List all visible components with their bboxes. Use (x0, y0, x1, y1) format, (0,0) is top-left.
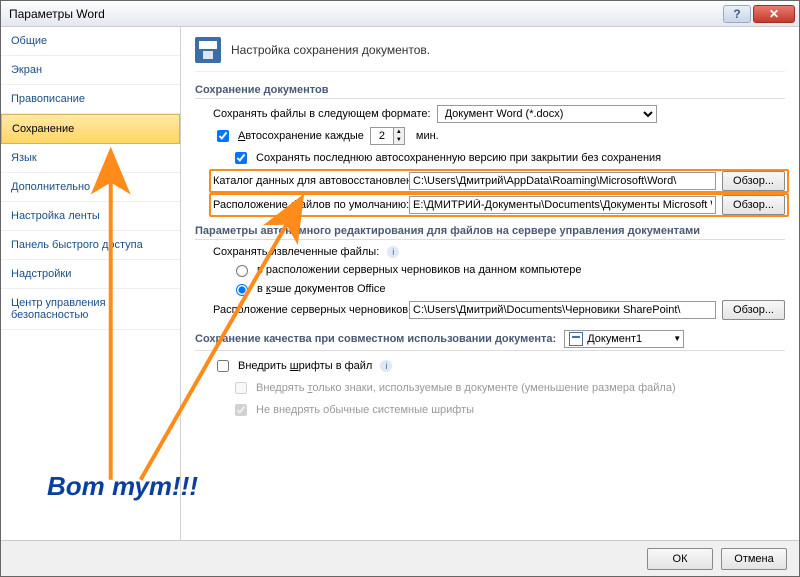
save-icon (195, 37, 221, 63)
keep-last-label: Сохранять последнюю автосохраненную верс… (256, 152, 661, 164)
spin-up-icon[interactable]: ▲ (394, 128, 404, 136)
content-pane: Настройка сохранения документов. Сохране… (181, 27, 799, 540)
autosave-unit: мин. (416, 130, 439, 142)
quality-doc-select[interactable]: Документ1 ▼ (564, 330, 684, 348)
sidebar-item-qat[interactable]: Панель быстрого доступа (1, 231, 180, 260)
sidebar-item-save[interactable]: Сохранение (1, 114, 180, 144)
section-save-docs: Сохранение документов (195, 84, 785, 99)
server-drafts-browse-button[interactable]: Обзор... (722, 300, 785, 320)
window-title: Параметры Word (5, 7, 721, 21)
sidebar-item-general[interactable]: Общие (1, 27, 180, 56)
embed-fonts-checkbox[interactable] (217, 360, 229, 372)
sidebar-item-proofing[interactable]: Правописание (1, 85, 180, 114)
document-icon (569, 332, 583, 346)
keep-last-checkbox[interactable] (235, 152, 247, 164)
info-icon[interactable]: i (387, 246, 399, 258)
format-select[interactable]: Документ Word (*.docx) (437, 105, 657, 123)
sidebar-item-display[interactable]: Экран (1, 56, 180, 85)
spin-down-icon[interactable]: ▼ (394, 136, 404, 144)
default-location-path[interactable] (409, 196, 716, 214)
recovery-browse-button[interactable]: Обзор... (722, 171, 785, 191)
only-used-checkbox (235, 382, 247, 394)
recovery-row: Каталог данных для автовосстановления: О… (213, 171, 785, 191)
embed-fonts-label: Внедрить шрифты в файл (238, 360, 372, 372)
close-button[interactable]: ✕ (753, 5, 795, 23)
options-dialog: Параметры Word ? ✕ Общие Экран Правописа… (0, 0, 800, 577)
server-drafts-label: Расположение серверных черновиков: (213, 304, 403, 316)
info-icon[interactable]: i (380, 360, 392, 372)
sidebar-item-ribbon[interactable]: Настройка ленты (1, 202, 180, 231)
help-button[interactable]: ? (723, 5, 751, 23)
drafts-local-radio[interactable] (236, 265, 248, 277)
default-location-label: Расположение файлов по умолчанию: (213, 199, 403, 211)
autosave-value[interactable] (370, 127, 394, 145)
recovery-label: Каталог данных для автовосстановления: (213, 175, 403, 187)
sidebar-item-advanced[interactable]: Дополнительно (1, 173, 180, 202)
autosave-checkbox[interactable] (217, 130, 229, 142)
default-location-row: Расположение файлов по умолчанию: Обзор.… (213, 195, 785, 215)
chevron-down-icon: ▼ (673, 334, 681, 343)
server-drafts-path[interactable] (409, 301, 716, 319)
dialog-footer: ОК Отмена (1, 540, 799, 576)
cancel-button[interactable]: Отмена (721, 548, 787, 570)
section-server-edit: Параметры автономного редактирования для… (195, 225, 785, 240)
titlebar: Параметры Word ? ✕ (1, 1, 799, 27)
drafts-cache-radio[interactable] (236, 284, 248, 296)
drafts-local-label: в расположении серверных черновиков на д… (257, 264, 581, 276)
sidebar: Общие Экран Правописание Сохранение Язык… (1, 27, 181, 540)
ok-button[interactable]: ОК (647, 548, 713, 570)
no-system-label: Не внедрять обычные системные шрифты (256, 404, 474, 416)
drafts-cache-label: в кэше документов Office (257, 283, 386, 295)
sidebar-item-language[interactable]: Язык (1, 144, 180, 173)
default-location-browse-button[interactable]: Обзор... (722, 195, 785, 215)
section-quality: Сохранение качества при совместном испол… (195, 330, 785, 351)
format-label: Сохранять файлы в следующем формате: (213, 108, 431, 120)
page-heading: Настройка сохранения документов. (231, 43, 430, 57)
keep-extracted-label: Сохранять извлеченные файлы: (213, 246, 379, 258)
autosave-label: Автосохранение каждые (238, 130, 364, 142)
sidebar-item-addins[interactable]: Надстройки (1, 260, 180, 289)
annotation-text: Вот тут!!! (47, 471, 198, 502)
only-used-label: Внедрять только знаки, используемые в до… (256, 382, 676, 394)
autosave-spin[interactable]: ▲▼ (370, 127, 410, 145)
sidebar-item-trust[interactable]: Центр управления безопасностью (1, 289, 180, 330)
quality-title: Сохранение качества при совместном испол… (195, 333, 556, 345)
no-system-checkbox (235, 404, 247, 416)
recovery-path[interactable] (409, 172, 716, 190)
